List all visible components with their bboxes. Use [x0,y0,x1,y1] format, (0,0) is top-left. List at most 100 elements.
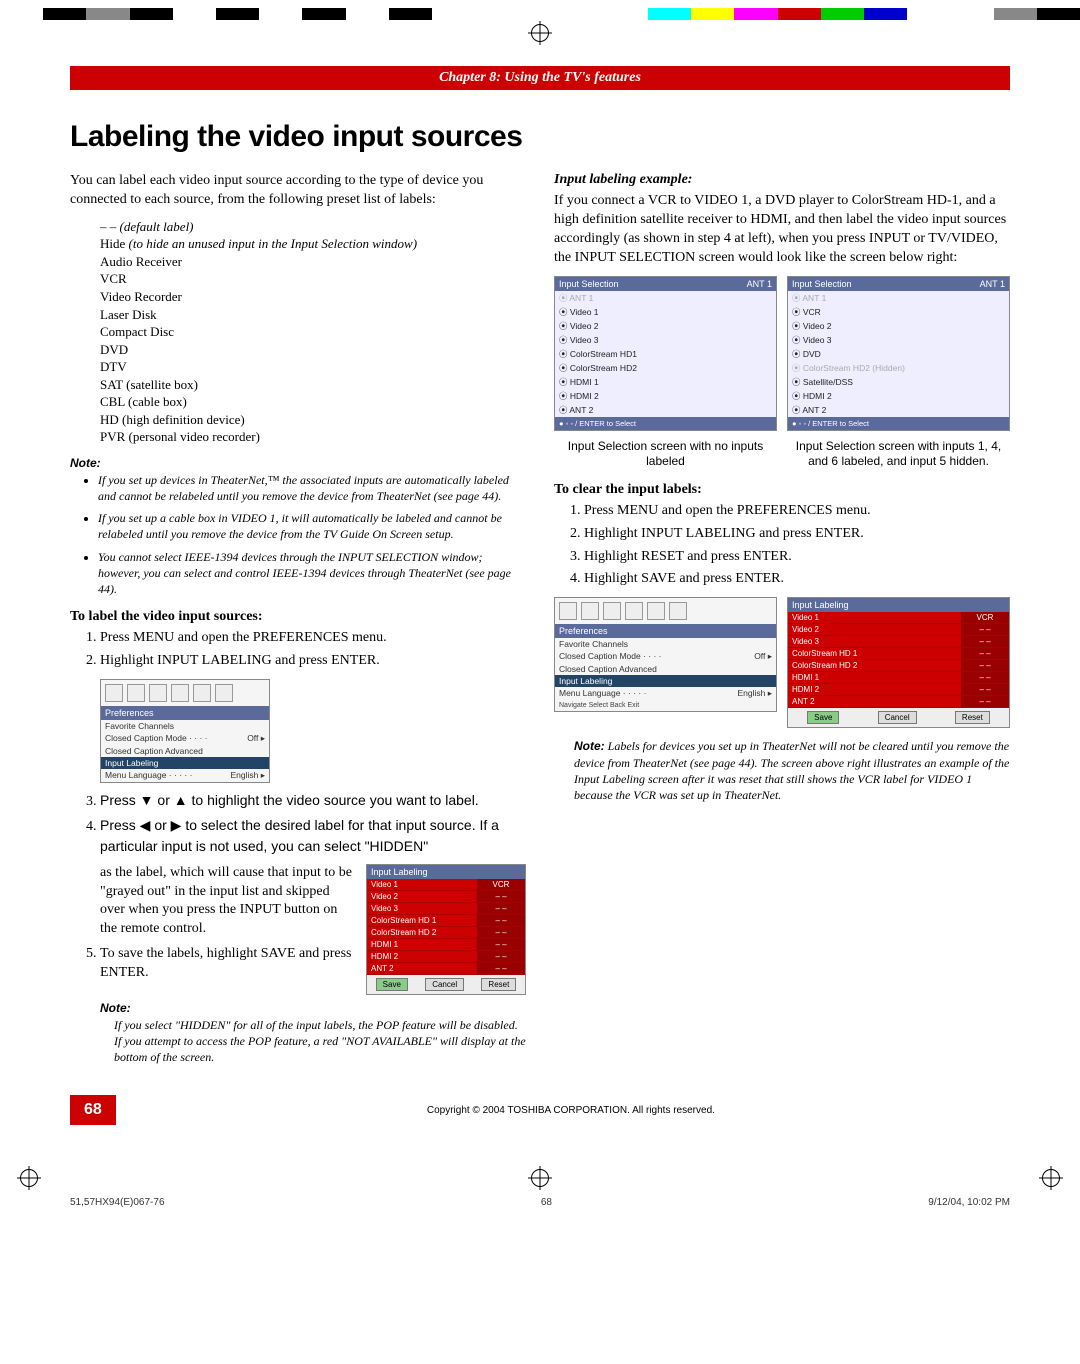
selection-row: ⦿ ColorStream HD2 [555,361,776,375]
left-column: You can label each video input source ac… [70,172,526,1065]
registration-mark-icon [20,1169,38,1187]
selection-row: ⦿ VCR [788,305,1009,319]
input-selection-screenshot-unlabeled: Input SelectionANT 1 ⦿ ANT 1⦿ Video 1⦿ V… [554,276,777,431]
selection-row: ⦿ ColorStream HD1 [555,347,776,361]
ilb2-save-button: Save [807,711,839,724]
preset-label-item: HD (high definition device) [100,411,526,429]
subhead-example: Input labeling example: [554,172,1010,188]
preset-label-item: PVR (personal video recorder) [100,428,526,446]
step-4-cont: as the label, which will cause that inpu… [100,865,352,937]
input-label-row: Video 3– – [788,636,1009,648]
preset-label-item: Laser Disk [100,306,526,324]
input-label-row: ColorStream HD 2– – [788,660,1009,672]
selection-row: ⦿ HDMI 2 [788,389,1009,403]
print-color-bar [0,8,1080,20]
selection-row: ⦿ Satellite/DSS [788,375,1009,389]
input-labeling-screenshot-2: Input Labeling Video 1VCRVideo 2– –Video… [787,597,1010,728]
input-label-row: HDMI 2– – [788,684,1009,696]
selection-row: ⦿ HDMI 2 [555,389,776,403]
preset-label-item: Compact Disc [100,323,526,341]
input-labeling-screenshot: Input Labeling Video 1VCRVideo 2– –Video… [366,864,526,995]
input-label-row: Video 3– – [367,903,525,915]
note-heading: Note: [70,456,526,470]
note-bullet: If you set up devices in TheaterNet,™ th… [98,472,526,504]
clear-step-2: Highlight INPUT LABELING and press ENTER… [584,525,1010,544]
clear-steps: Press MENU and open the PREFERENCES menu… [584,502,1010,590]
copyright-line: Copyright © 2004 TOSHIBA CORPORATION. Al… [132,1105,1010,1116]
page-title: Labeling the video input sources [70,120,1010,154]
ilb-title: Input Labeling [367,865,525,879]
input-label-row: ColorStream HD 1– – [367,915,525,927]
menu-row: Closed Caption Advanced [555,663,776,675]
caption-left: Input Selection screen with no inputs la… [554,439,777,470]
preset-label-item: Video Recorder [100,288,526,306]
clear-step-3: Highlight RESET and press ENTER. [584,548,1010,567]
note2-body: If you select "HIDDEN" for all of the in… [114,1017,526,1066]
menu-row: Input Labeling [101,757,269,769]
clear-step-1: Press MENU and open the PREFERENCES menu… [584,502,1010,521]
page-number: 68 [70,1095,116,1125]
note-bullet: You cannot select IEEE-1394 devices thro… [98,549,526,598]
preset-label-list: – – (default label)Hide (to hide an unus… [100,218,526,446]
note-body: If you set up devices in TheaterNet,™ th… [84,472,526,597]
selection-row: ⦿ ANT 2 [788,403,1009,417]
intro-paragraph: You can label each video input source ac… [70,172,526,210]
preset-label-item: Audio Receiver [100,253,526,271]
input-label-row: ANT 2– – [788,696,1009,708]
example-body: If you connect a VCR to VIDEO 1, a DVD p… [554,192,1010,268]
step-5: To save the labels, highlight SAVE and p… [100,945,356,983]
step-1: Press MENU and open the PREFERENCES menu… [100,629,526,648]
preset-label-item: – – (default label) [100,218,526,236]
menu-row: Favorite Channels [101,720,269,732]
preset-label-item: CBL (cable box) [100,393,526,411]
subhead-clear: To clear the input labels: [554,482,1010,498]
ilb2-cancel-button: Cancel [878,711,917,724]
preset-label-item: DVD [100,341,526,359]
menu-row: Closed Caption Mode · · · ·Off ▸ [555,650,776,663]
selection-row: ⦿ Video 3 [788,333,1009,347]
input-label-row: ColorStream HD 1– – [788,648,1009,660]
step-3: Press ▼ or ▲ to highlight the video sour… [100,791,526,812]
step-2: Highlight INPUT LABELING and press ENTER… [100,652,526,671]
input-label-row: ANT 2– – [367,963,525,975]
registration-mark-icon [1042,1169,1060,1187]
menu-row: Input Labeling [555,675,776,687]
menu-row: Favorite Channels [555,638,776,650]
file-info-line: 51,57HX94(E)067-76 68 9/12/04, 10:02 PM [0,1191,1080,1228]
clear-step-4: Highlight SAVE and press ENTER. [584,570,1010,589]
ilb-reset-button: Reset [481,978,516,991]
input-label-row: Video 2– – [367,891,525,903]
subhead-label-sources: To label the video input sources: [70,609,526,625]
menu-row: Menu Language · · · · ·English ▸ [555,687,776,700]
preset-label-item: DTV [100,358,526,376]
menu-title: Preferences [101,706,269,720]
label-steps-cont: Press ▼ or ▲ to highlight the video sour… [100,791,526,858]
selection-row: ⦿ Video 1 [555,305,776,319]
input-label-row: Video 1VCR [367,879,525,891]
ilb-save-button: Save [376,978,408,991]
input-label-row: ColorStream HD 2– – [367,927,525,939]
right-column: Input labeling example: If you connect a… [554,172,1010,1065]
preferences-menu-screenshot: Preferences Favorite ChannelsClosed Capt… [100,679,270,783]
preset-label-item: VCR [100,270,526,288]
selection-row: ⦿ ANT 1 [555,291,776,305]
step-4: Press ◀ or ▶ to select the desired label… [100,816,526,858]
preset-label-item: Hide (to hide an unused input in the Inp… [100,235,526,253]
input-label-row: Video 2– – [788,624,1009,636]
input-label-row: HDMI 1– – [788,672,1009,684]
selection-row: ⦿ DVD [788,347,1009,361]
registration-mark-icon [531,24,549,42]
selection-row: ⦿ ANT 1 [788,291,1009,305]
registration-row-bottom [0,1165,1080,1191]
selection-row: ⦿ Video 2 [788,319,1009,333]
ilb2-reset-button: Reset [955,711,990,724]
selection-row: ⦿ ColorStream HD2 (Hidden) [788,361,1009,375]
preferences-menu-screenshot-2: Preferences Favorite ChannelsClosed Capt… [554,597,777,712]
note2-heading: Note: [100,1001,526,1015]
menu-row: Menu Language · · · · ·English ▸ [101,769,269,782]
input-selection-screenshot-labeled: Input SelectionANT 1 ⦿ ANT 1⦿ VCR⦿ Video… [787,276,1010,431]
menu-row: Closed Caption Mode · · · ·Off ▸ [101,732,269,745]
selection-row: ⦿ HDMI 1 [555,375,776,389]
registration-mark-icon [531,1169,549,1187]
input-label-row: HDMI 2– – [367,951,525,963]
